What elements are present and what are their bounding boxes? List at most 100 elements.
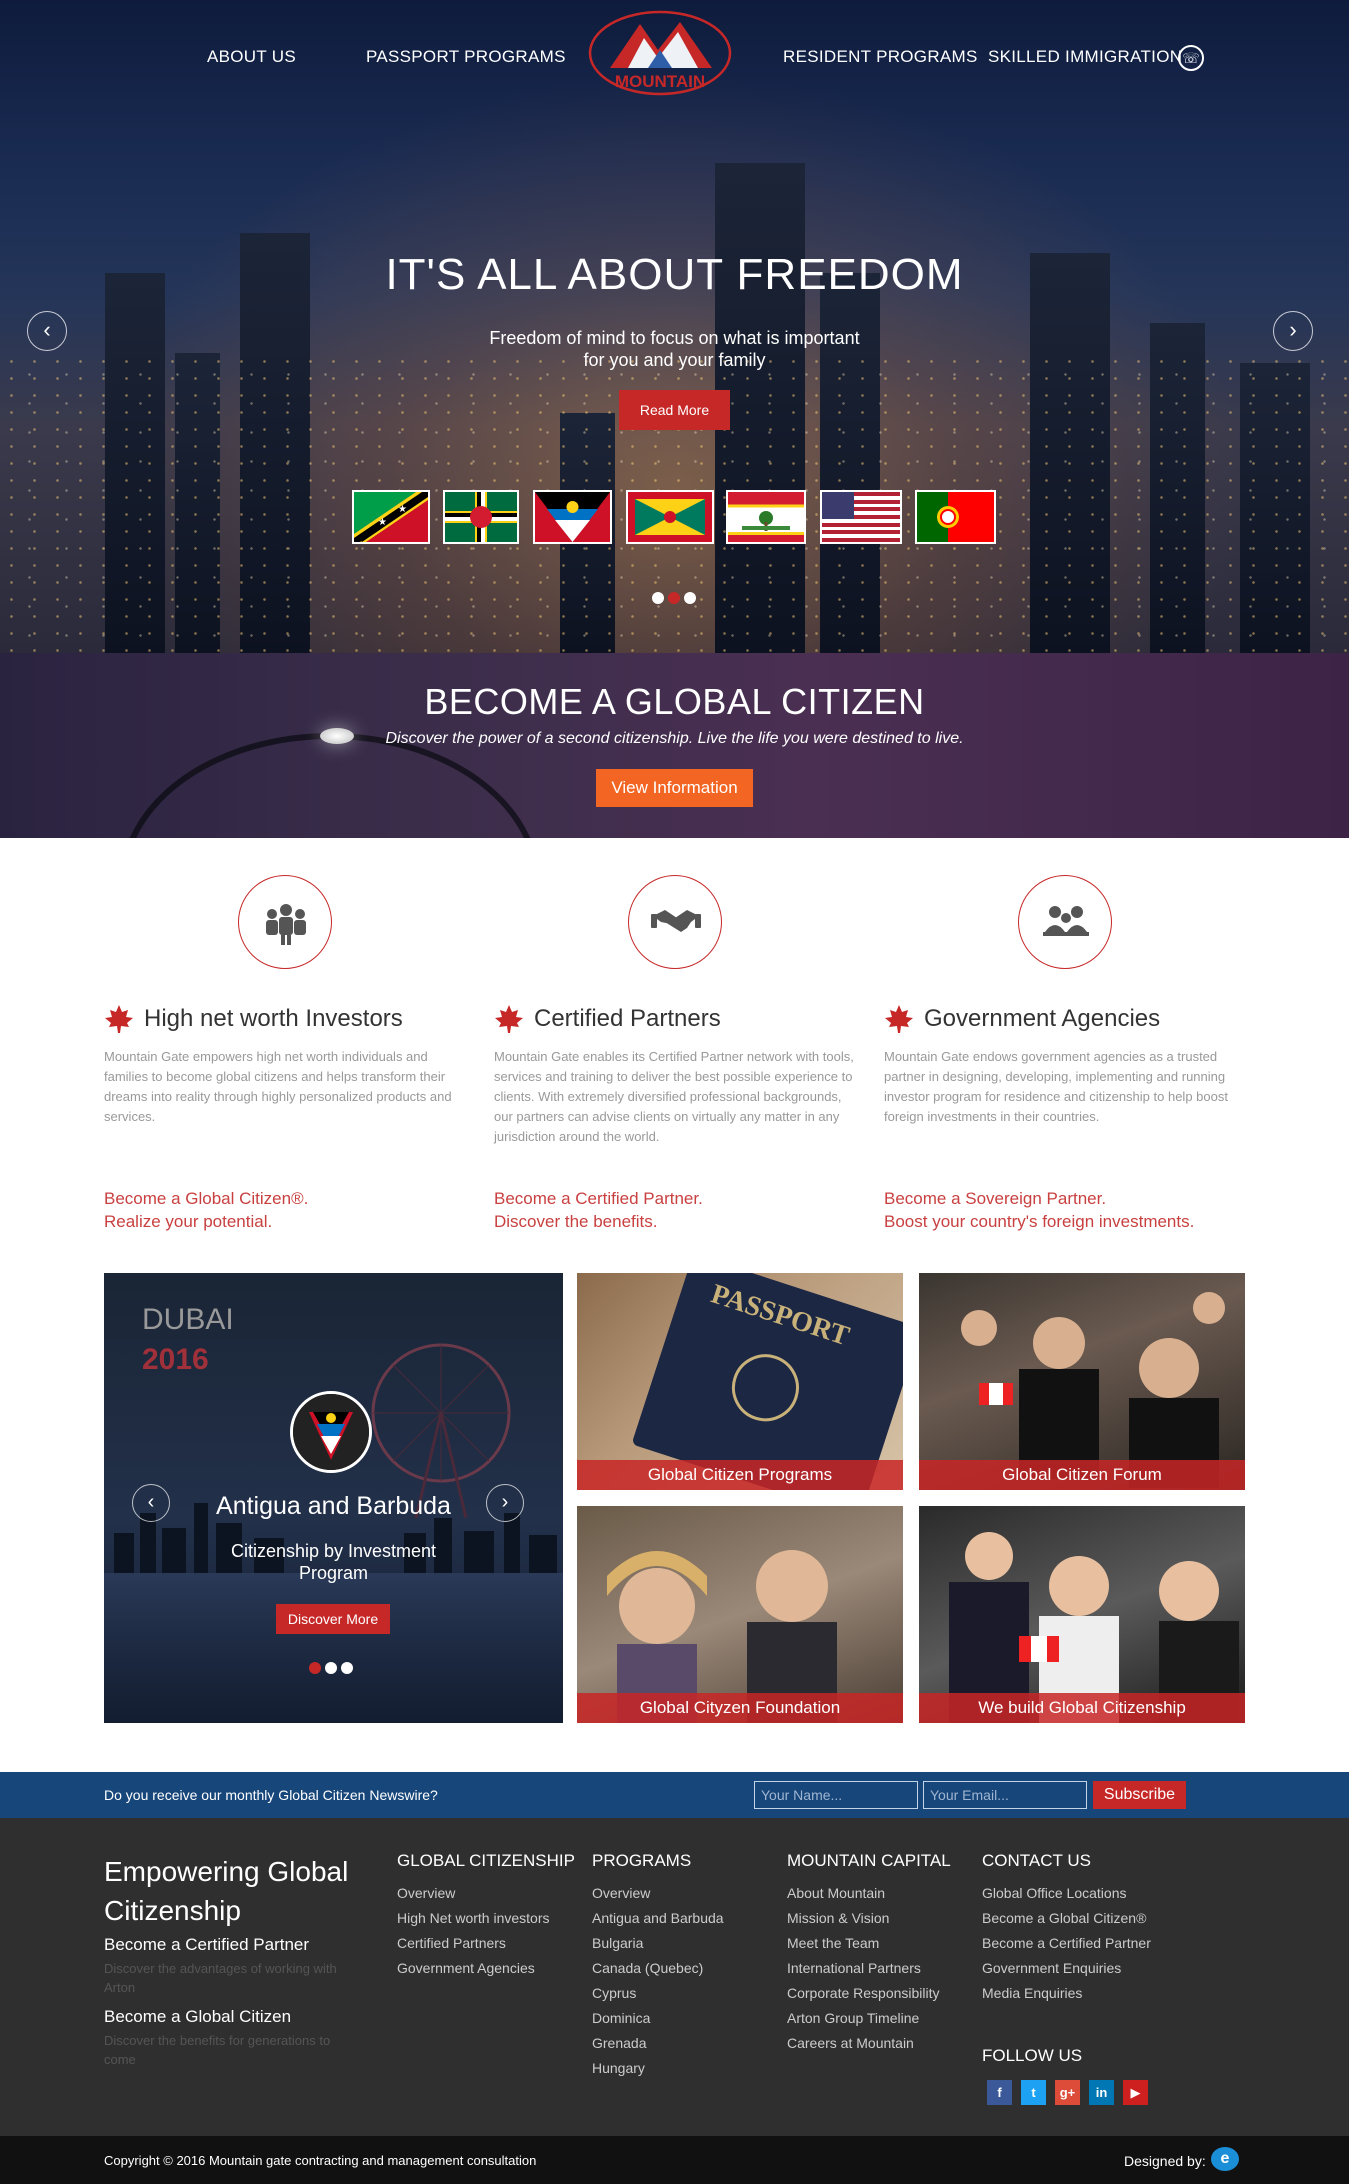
footer-link[interactable]: Careers at Mountain [787,2031,951,2056]
read-more-button[interactable]: Read More [619,390,730,430]
footer-link[interactable]: Certified Partners [397,1931,575,1956]
view-information-button[interactable]: View Information [596,769,753,807]
linkedin-icon[interactable]: in [1089,2080,1114,2105]
tile-caption: Global Cityzen Foundation [577,1693,903,1723]
footer-column-title: PROGRAMS [592,1851,692,1870]
country-flags: ★ ★ [0,490,1349,544]
passport-image: PASSPORT [633,1273,903,1490]
feature-cta-link[interactable]: Become a Certified Partner. Discover the … [494,1187,703,1233]
newsletter-question: Do you receive our monthly Global Citize… [104,1787,438,1803]
nav-passport-programs[interactable]: PASSPORT PROGRAMS [366,47,566,67]
footer-link[interactable]: Grenada [592,2031,724,2056]
feature-text: Mountain Gate empowers high net worth in… [104,1049,452,1124]
footer-link[interactable]: Corporate Responsibility [787,1981,951,2006]
hero-dot-active[interactable] [668,592,680,604]
slider-program-line-1: Citizenship by Investment [230,1541,437,1561]
nav-skilled-immigration[interactable]: SKILLED IMMIGRATION [988,47,1182,67]
facebook-icon[interactable]: f [987,2080,1012,2105]
footer-link[interactable]: Overview [592,1881,724,1906]
tile-global-citizen-programs[interactable]: PASSPORT Global Citizen Programs [577,1273,903,1490]
footer-link[interactable]: Meet the Team [787,1931,951,1956]
flag-grenada-icon[interactable] [626,490,714,544]
foundation-people-image [607,1550,837,1723]
twitter-icon[interactable]: t [1021,2080,1046,2105]
nav-resident-programs[interactable]: RESIDENT PROGRAMS [783,47,978,67]
footer-link[interactable]: Dominica [592,2006,724,2031]
feature-title: High net worth Investors [144,1005,403,1032]
designer-logo-icon[interactable]: e [1211,2147,1239,2171]
feature-cta-line-2: Realize your potential. [104,1212,273,1231]
site-logo[interactable]: MOUNTAIN [588,10,732,96]
feature-cta-link[interactable]: Become a Global Citizen®. Realize your po… [104,1187,308,1233]
flag-antigua-barbuda-icon[interactable] [533,490,612,544]
footer-link[interactable]: About Mountain [787,1881,951,1906]
flag-united-states-icon[interactable] [820,490,902,544]
global-citizen-tagline: Discover the power of a second citizensh… [385,730,964,747]
hero-dot[interactable] [652,592,664,604]
footer-link[interactable]: Overview [397,1881,575,1906]
slider-dot[interactable] [341,1662,353,1674]
flag-dominica-icon[interactable] [443,490,519,544]
footer-link[interactable]: High Net worth investors [397,1906,575,1931]
footer-link[interactable]: Canada (Quebec) [592,1956,724,1981]
footer-link[interactable]: Become a Global Citizen® [982,1906,1151,1931]
footer-promo-partner-title[interactable]: Become a Certified Partner [104,1935,309,1955]
footer-link[interactable]: International Partners [787,1956,951,1981]
meeting-icon [1018,875,1112,969]
ceremony-crowd-image [961,1292,1225,1488]
tile-global-citizen-forum[interactable]: Global Citizen Forum [919,1273,1245,1490]
footer-link[interactable]: Cyprus [592,1981,724,2006]
antigua-emblem-icon [290,1391,372,1473]
hero-prev-arrow-icon[interactable]: ‹ [27,311,67,351]
footer-promo-citizen-text: Discover the benefits for generations to… [104,2033,331,2067]
footer-link[interactable]: Antigua and Barbuda [592,1906,724,1931]
phone-icon[interactable]: ☏ [1178,45,1204,71]
main-nav: ABOUT US PASSPORT PROGRAMS MOUNTAIN RESI… [0,0,1349,115]
slider-dot-active[interactable] [309,1662,321,1674]
footer-promo-citizen-title[interactable]: Become a Global Citizen [104,2007,291,2027]
flag-prince-edward-island-icon[interactable] [726,490,806,544]
feature-cta-line-2: Boost your country's foreign investments… [884,1212,1195,1231]
hero-pagination [652,591,700,604]
svg-text:★: ★ [398,504,407,515]
hero-next-arrow-icon[interactable]: › [1273,311,1313,351]
footer-link[interactable]: Government Enquiries [982,1956,1151,1981]
feature-title: Government Agencies [924,1005,1161,1032]
discover-more-button[interactable]: Discover More [276,1604,390,1634]
logo-wordmark: MOUNTAIN [615,72,705,91]
footer-link[interactable]: Hungary [592,2056,724,2081]
tile-caption: Global Citizen Programs [577,1460,903,1490]
slider-dot[interactable] [325,1662,337,1674]
feature-cta-link[interactable]: Become a Sovereign Partner. Boost your co… [884,1187,1194,1233]
footer-link[interactable]: Mission & Vision [787,1906,951,1931]
subscribe-button[interactable]: Subscribe [1093,1781,1186,1809]
footer-link[interactable]: Government Agencies [397,1956,575,1981]
newsletter-email-input[interactable] [923,1781,1087,1809]
hero-dot[interactable] [684,592,696,604]
feature-cta-line-2: Discover the benefits. [494,1212,658,1231]
feature-cta-line-1: Become a Sovereign Partner. [884,1189,1107,1208]
tile-we-build-global-citizenship[interactable]: We build Global Citizenship [919,1506,1245,1723]
handshake-icon [628,875,722,969]
nav-about-us[interactable]: ABOUT US [207,47,296,67]
tile-global-cityzen-foundation[interactable]: Global Cityzen Foundation [577,1506,903,1723]
footer-link[interactable]: Arton Group Timeline [787,2006,951,2031]
youtube-icon[interactable]: ▶ [1123,2080,1148,2105]
footer-column-contact-us: CONTACT US Global Office Locations Becom… [982,1851,1151,2006]
footer-link[interactable]: Media Enquiries [982,1981,1151,2006]
footer-link[interactable]: Bulgaria [592,1931,724,1956]
site-footer: Empowering Global Citizenship Become a C… [0,1818,1349,2136]
newsletter-bar: Do you receive our monthly Global Citize… [0,1772,1349,1818]
footer-column-mountain-capital: MOUNTAIN CAPITAL About Mountain Mission … [787,1851,951,2056]
footer-link[interactable]: Become a Certified Partner [982,1931,1151,1956]
hero-subtitle: Freedom of mind to focus on what is impo… [0,327,1349,371]
footer-column-global-citizenship: GLOBAL CITIZENSHIP Overview High Net wor… [397,1851,575,1981]
google-plus-icon[interactable]: g+ [1055,2080,1080,2105]
flag-portugal-icon[interactable] [915,490,996,544]
newsletter-name-input[interactable] [754,1781,918,1809]
slider-city: DUBAI [142,1303,234,1336]
footer-link[interactable]: Global Office Locations [982,1881,1151,1906]
tile-caption: We build Global Citizenship [919,1693,1245,1723]
water-reflection [104,1573,563,1723]
flag-saint-kitts-nevis-icon[interactable]: ★ ★ [352,490,430,544]
